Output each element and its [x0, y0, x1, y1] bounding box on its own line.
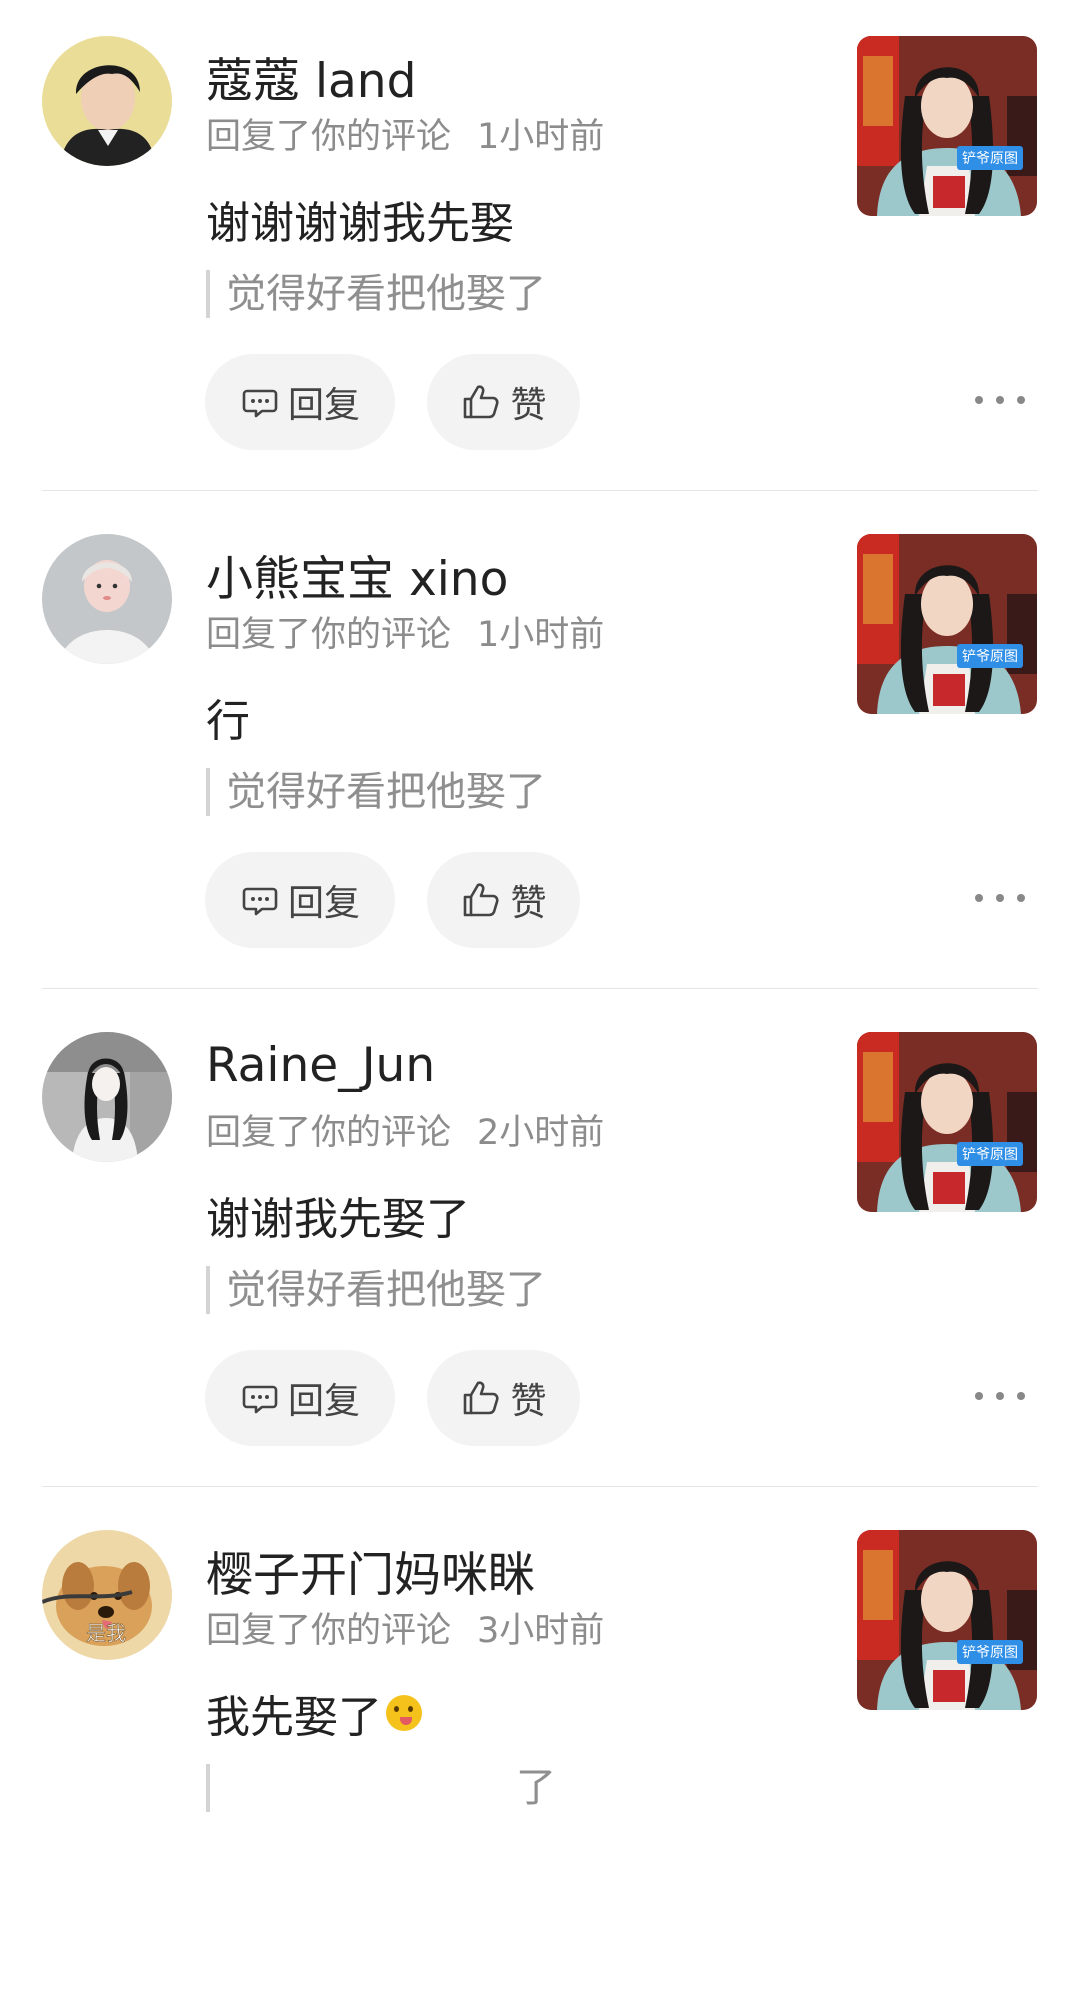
reply-label: 回复 [287, 883, 360, 924]
comment-card: 是我 樱子开门妈咪眯 回复了你的评论 3小时前 我先娶了 了 铲爷原图 [0, 1494, 1080, 1992]
notification-feed: 蔻蔻 land 回复了你的评论 1小时前 谢谢谢谢我先娶 觉得好看把他娶了 回复 … [0, 0, 1080, 1844]
post-thumbnail[interactable]: 铲爷原图 [857, 1032, 1037, 1212]
like-label: 赞 [510, 385, 547, 426]
timestamp: 1小时前 [477, 615, 605, 655]
tongue-out-emoji-icon [386, 1695, 422, 1731]
comment-icon [242, 389, 278, 418]
username[interactable]: Raine_Jun [206, 1038, 435, 1093]
comment-meta: 回复了你的评论 3小时前 [206, 1602, 604, 1653]
comment-text-label: 行 [206, 696, 250, 747]
post-photo-icon [857, 1530, 1037, 1710]
post-photo-icon [857, 1032, 1037, 1212]
post-thumbnail[interactable]: 铲爷原图 [857, 1530, 1037, 1710]
avatar-dog-icon: 是我 [42, 1530, 172, 1660]
reply-label: 回复 [287, 385, 360, 426]
timestamp: 2小时前 [477, 1113, 605, 1153]
action-text: 回复了你的评论 [206, 1611, 452, 1651]
comment-meta: 回复了你的评论 1小时前 [206, 606, 604, 657]
dot-icon [1017, 396, 1025, 404]
avatar[interactable] [42, 36, 172, 166]
reply-button[interactable]: 回复 [205, 1350, 395, 1446]
avatar-caption: 是我 [86, 1621, 126, 1645]
thumbs-up-icon [464, 883, 500, 917]
dot-icon [996, 396, 1004, 404]
watermark-badge: 铲爷原图 [957, 1640, 1023, 1664]
quoted-comment-text: 了 [516, 1765, 556, 1811]
post-photo-icon [857, 36, 1037, 216]
username[interactable]: 蔻蔻 land [206, 42, 416, 111]
comment-text-label: 我先娶了 [206, 1692, 382, 1743]
dot-icon [975, 894, 983, 902]
quoted-comment[interactable]: 觉得好看把他娶了 [206, 1266, 546, 1314]
comment-text[interactable]: 谢谢我先娶了 [206, 1183, 470, 1247]
comment-meta: 回复了你的评论 1小时前 [206, 108, 604, 159]
thumbs-up-icon [464, 1381, 500, 1415]
avatar-young-man-icon [42, 36, 172, 166]
comment-text[interactable]: 行 [206, 685, 250, 749]
watermark-badge: 铲爷原图 [957, 1142, 1023, 1166]
avatar-girl-face-icon [42, 534, 172, 664]
thumbs-up-icon [464, 385, 500, 419]
watermark-badge: 铲爷原图 [957, 146, 1023, 170]
comment-text-label: 谢谢我先娶了 [206, 1194, 470, 1245]
reply-button[interactable]: 回复 [205, 354, 395, 450]
comment-text-label: 谢谢谢谢我先娶 [206, 198, 514, 249]
timestamp: 3小时前 [477, 1611, 605, 1651]
divider [42, 1486, 1038, 1487]
quoted-comment[interactable]: 觉得好看把他娶了 [206, 768, 546, 816]
reply-button[interactable]: 回复 [205, 852, 395, 948]
quoted-comment[interactable]: 了 [206, 1764, 556, 1812]
watermark-badge: 铲爷原图 [957, 644, 1023, 668]
username[interactable]: 小熊宝宝 xino [206, 540, 508, 609]
more-options-button[interactable] [975, 380, 1025, 420]
username[interactable]: 樱子开门妈咪眯 [206, 1536, 535, 1605]
like-button[interactable]: 赞 [427, 354, 580, 450]
dot-icon [975, 1392, 983, 1400]
timestamp: 1小时前 [477, 117, 605, 157]
comment-card: Raine_Jun 回复了你的评论 2小时前 谢谢我先娶了 觉得好看把他娶了 回复… [0, 996, 1080, 1494]
comment-meta: 回复了你的评论 2小时前 [206, 1104, 604, 1155]
post-thumbnail[interactable]: 铲爷原图 [857, 534, 1037, 714]
avatar-sketch-girl-icon [42, 1032, 172, 1162]
comment-icon [242, 1385, 278, 1414]
comment-text[interactable]: 我先娶了 [206, 1681, 422, 1745]
dot-icon [996, 894, 1004, 902]
avatar[interactable]: 是我 [42, 1530, 172, 1660]
post-thumbnail[interactable]: 铲爷原图 [857, 36, 1037, 216]
comment-card: 蔻蔻 land 回复了你的评论 1小时前 谢谢谢谢我先娶 觉得好看把他娶了 回复 … [0, 0, 1080, 498]
action-text: 回复了你的评论 [206, 615, 452, 655]
avatar[interactable] [42, 534, 172, 664]
avatar[interactable] [42, 1032, 172, 1162]
comment-icon [242, 887, 278, 916]
dot-icon [1017, 1392, 1025, 1400]
more-options-button[interactable] [975, 1376, 1025, 1416]
like-label: 赞 [510, 883, 547, 924]
like-label: 赞 [510, 1381, 547, 1422]
comment-text[interactable]: 谢谢谢谢我先娶 [206, 187, 514, 251]
comment-card: 小熊宝宝 xino 回复了你的评论 1小时前 行 觉得好看把他娶了 回复 赞 铲… [0, 498, 1080, 996]
more-options-button[interactable] [975, 878, 1025, 918]
divider [42, 988, 1038, 989]
divider [42, 490, 1038, 491]
like-button[interactable]: 赞 [427, 1350, 580, 1446]
post-photo-icon [857, 534, 1037, 714]
quoted-comment[interactable]: 觉得好看把他娶了 [206, 270, 546, 318]
action-text: 回复了你的评论 [206, 117, 452, 157]
dot-icon [975, 396, 983, 404]
like-button[interactable]: 赞 [427, 852, 580, 948]
dot-icon [1017, 894, 1025, 902]
action-text: 回复了你的评论 [206, 1113, 452, 1153]
reply-label: 回复 [287, 1381, 360, 1422]
dot-icon [996, 1392, 1004, 1400]
